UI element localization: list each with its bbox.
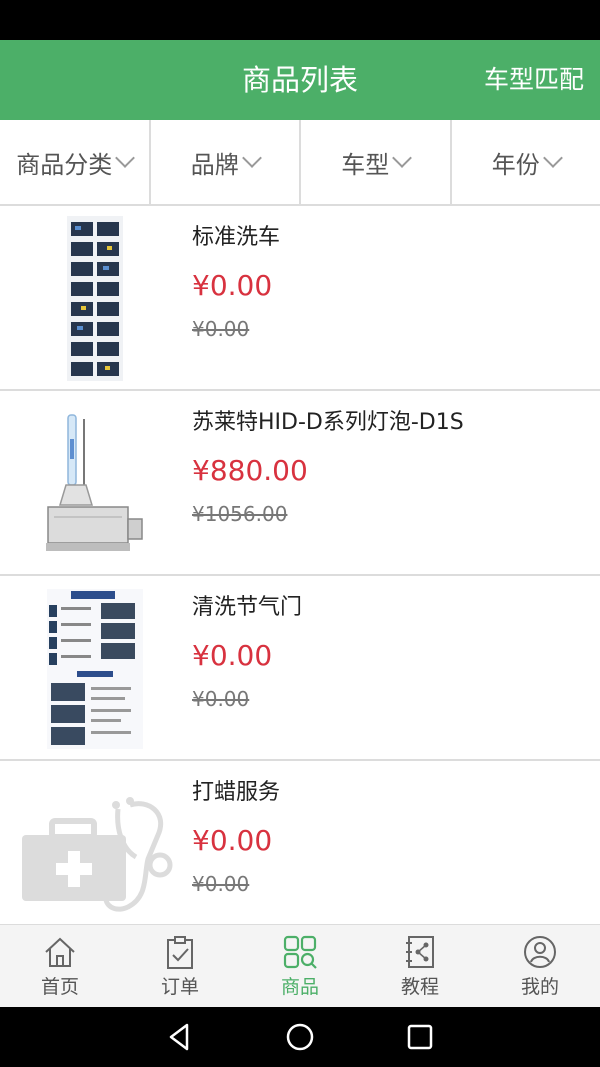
- status-bar: [0, 0, 600, 40]
- filter-category[interactable]: 商品分类: [0, 120, 151, 204]
- filter-year[interactable]: 年份: [452, 120, 600, 204]
- product-name: 清洗节气门: [192, 595, 303, 620]
- filter-model[interactable]: 车型: [301, 120, 452, 204]
- clipboard-check-icon: [167, 935, 193, 969]
- filter-category-label: 商品分类: [16, 150, 113, 179]
- app-header: 商品列表 车型匹配: [0, 40, 600, 120]
- user-circle-icon: [524, 935, 556, 968]
- product-price: ¥0.00: [192, 639, 273, 672]
- product-info: 苏莱特HID-D系列灯泡-D1S ¥880.00 ¥1056.00: [192, 405, 464, 529]
- filter-bar: 商品分类 品牌 车型 年份: [0, 120, 600, 206]
- product-item[interactable]: 打蜡服务 ¥0.00 ¥0.00: [0, 761, 600, 924]
- tab-orders-label: 订单: [160, 975, 199, 998]
- filter-model-label: 车型: [341, 150, 390, 179]
- medical-kit-placeholder-icon: [18, 771, 178, 924]
- back-triangle-icon[interactable]: [165, 1022, 195, 1052]
- tab-products[interactable]: 商品: [240, 925, 360, 1007]
- product-item[interactable]: 清洗节气门 ¥0.00 ¥0.00: [0, 576, 600, 761]
- home-icon: [45, 937, 75, 967]
- vehicle-match-button[interactable]: 车型匹配: [484, 40, 584, 120]
- chevron-down-icon: [241, 148, 262, 168]
- filter-brand[interactable]: 品牌: [151, 120, 301, 204]
- hid-bulb-icon: [30, 401, 160, 566]
- product-item[interactable]: 苏莱特HID-D系列灯泡-D1S ¥880.00 ¥1056.00: [0, 391, 600, 576]
- recents-square-icon[interactable]: [405, 1022, 435, 1052]
- product-original-price: ¥1056.00: [192, 502, 288, 526]
- product-name: 苏莱特HID-D系列灯泡-D1S: [192, 410, 464, 435]
- product-name: 打蜡服务: [192, 780, 281, 805]
- chevron-down-icon: [392, 148, 413, 168]
- product-info: 清洗节气门 ¥0.00 ¥0.00: [192, 590, 302, 714]
- product-price: ¥0.00: [192, 824, 273, 857]
- grid-search-icon: [283, 935, 317, 969]
- product-info: 打蜡服务 ¥0.00 ¥0.00: [192, 775, 280, 899]
- bottom-tab-bar: 首页 订单 商品 教程 我的: [0, 924, 600, 1007]
- tab-products-label: 商品: [280, 975, 319, 998]
- product-info: 标准洗车 ¥0.00 ¥0.00: [192, 220, 280, 344]
- product-list: 标准洗车 ¥0.00 ¥0.00 苏莱特HID-D系列灯泡-D1S ¥880.0…: [0, 206, 600, 924]
- notebook-share-icon: [406, 935, 434, 968]
- tab-tutorials-label: 教程: [400, 975, 439, 998]
- tab-home[interactable]: 首页: [0, 925, 120, 1007]
- throttle-cleaning-poster-icon: [30, 586, 160, 751]
- product-price: ¥880.00: [192, 454, 308, 487]
- chevron-down-icon: [542, 148, 563, 168]
- product-item[interactable]: 标准洗车 ¥0.00 ¥0.00: [0, 206, 600, 391]
- chevron-down-icon: [115, 148, 136, 168]
- tab-me-label: 我的: [520, 975, 559, 998]
- home-circle-icon[interactable]: [285, 1022, 315, 1052]
- product-original-price: ¥0.00: [192, 872, 250, 896]
- car-wash-poster-icon: [30, 216, 160, 381]
- filter-year-label: 年份: [491, 150, 540, 179]
- product-price: ¥0.00: [192, 269, 273, 302]
- tab-me[interactable]: 我的: [480, 925, 600, 1007]
- product-original-price: ¥0.00: [192, 687, 250, 711]
- tab-home-label: 首页: [40, 975, 79, 998]
- filter-brand-label: 品牌: [190, 150, 239, 179]
- tab-tutorials[interactable]: 教程: [360, 925, 480, 1007]
- product-original-price: ¥0.00: [192, 317, 250, 341]
- tab-orders[interactable]: 订单: [120, 925, 240, 1007]
- system-nav-bar: [0, 1007, 600, 1067]
- product-name: 标准洗车: [192, 225, 281, 250]
